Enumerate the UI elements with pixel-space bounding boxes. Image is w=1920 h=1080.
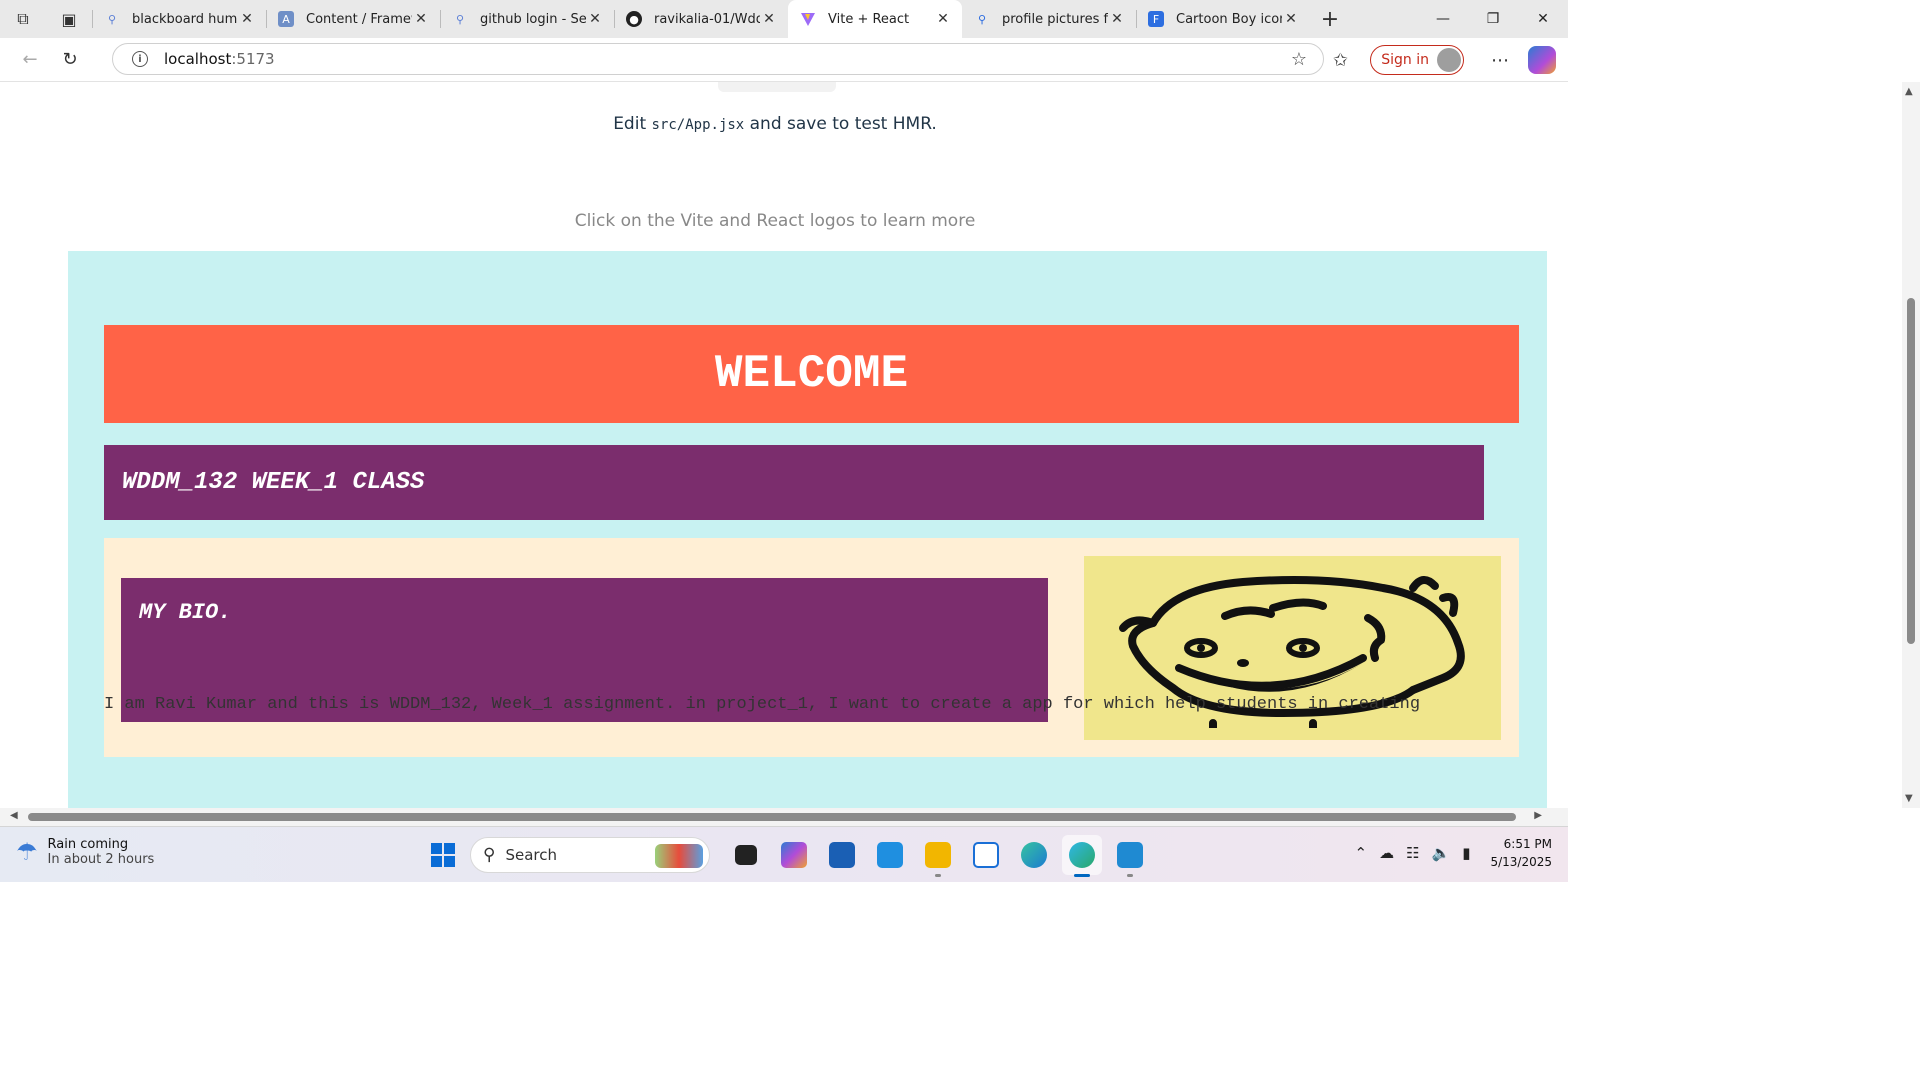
scroll-thumb[interactable] <box>28 813 1516 821</box>
framework-favicon: A <box>278 11 294 27</box>
sign-in-label: Sign in <box>1381 52 1429 68</box>
close-icon[interactable]: ✕ <box>1282 11 1300 27</box>
browser-toolbar: ← ↻ i localhost:5173 ☆ ✩ Sign in ⋯ <box>0 38 1568 82</box>
new-tab-button[interactable]: + <box>1310 0 1350 38</box>
tab-title: github login - Sear <box>480 11 586 27</box>
edge-dev-icon[interactable] <box>1062 835 1102 877</box>
file-explorer-icon[interactable] <box>918 835 958 877</box>
workspaces-icon[interactable]: ⧉ <box>0 0 46 38</box>
favorite-star-icon[interactable]: ☆ <box>1291 49 1307 70</box>
weather-title: Rain coming <box>47 837 129 852</box>
close-window-icon[interactable]: ✕ <box>1518 0 1568 38</box>
onedrive-icon[interactable]: ☁ <box>1379 844 1394 862</box>
tab-3[interactable]: ● ravikalia-01/Wddm ✕ <box>614 0 788 38</box>
bio-section: MY BIO. <box>104 538 1519 757</box>
welcome-heading: WELCOME <box>104 325 1519 423</box>
defender-icon[interactable] <box>966 835 1006 875</box>
code-path: src/App.jsx <box>651 117 745 133</box>
scroll-up-icon[interactable]: ▲ <box>1905 86 1913 97</box>
wifi-icon[interactable]: ☷ <box>1406 844 1419 862</box>
close-icon[interactable]: ✕ <box>934 11 952 27</box>
taskbar: ☂ Rain coming In about 2 hours ⚲ Search … <box>0 826 1568 882</box>
vscode-icon[interactable] <box>1110 835 1150 877</box>
clock-time: 6:51 PM <box>1503 837 1552 851</box>
refresh-icon[interactable]: ↻ <box>50 40 90 80</box>
tab-actions-icon[interactable]: ▣ <box>46 0 92 38</box>
tab-strip: ⧉ ▣ ⚲ blackboard humb ✕ A Content / Fram… <box>0 0 1568 38</box>
hmr-instruction: Edit src/App.jsx and save to test HMR. <box>613 114 937 134</box>
prime-video-icon[interactable] <box>870 835 910 875</box>
horizontal-scrollbar[interactable]: ◀ ▶ <box>0 808 1568 826</box>
copilot-taskbar-icon[interactable] <box>774 835 814 875</box>
more-icon[interactable]: ⋯ <box>1480 50 1520 71</box>
search-icon: ⚲ <box>107 12 117 26</box>
edge-icon[interactable] <box>1014 835 1054 875</box>
vertical-scrollbar[interactable]: ▲ ▼ <box>1902 82 1920 808</box>
tab-title: Content / Framew <box>306 11 412 27</box>
page-viewport: Edit src/App.jsx and save to test HMR. C… <box>0 82 1568 808</box>
minimize-icon[interactable]: — <box>1418 0 1468 38</box>
tab-0[interactable]: ⚲ blackboard humb ✕ <box>92 0 266 38</box>
vite-icon <box>800 11 816 27</box>
card-edge <box>718 82 836 92</box>
tab-title: blackboard humb <box>132 11 238 27</box>
copilot-icon[interactable] <box>1528 46 1556 74</box>
scroll-down-icon[interactable]: ▼ <box>1905 793 1913 804</box>
class-title: WDDM_132 WEEK_1 CLASS <box>104 445 1484 520</box>
tab-2[interactable]: ⚲ github login - Sear ✕ <box>440 0 614 38</box>
search-icon: ⚲ <box>483 845 496 865</box>
sign-in-button[interactable]: Sign in <box>1370 45 1464 75</box>
info-icon[interactable]: i <box>132 51 148 67</box>
window-controls: — ❐ ✕ <box>1418 0 1568 38</box>
search-highlight-icon <box>655 844 703 868</box>
tab-title: Vite + React <box>828 11 910 27</box>
taskbar-search[interactable]: ⚲ Search <box>470 837 710 873</box>
restore-icon[interactable]: ❐ <box>1468 0 1518 38</box>
url-text: localhost:5173 <box>164 50 275 68</box>
windows-icon <box>431 843 455 867</box>
scroll-left-icon[interactable]: ◀ <box>10 810 18 821</box>
umbrella-icon: ☂ <box>16 838 38 866</box>
favorites-icon[interactable]: ✩ <box>1320 40 1360 80</box>
bio-paragraph: I am Ravi Kumar and this is WDDM_132, We… <box>104 695 1421 714</box>
app-container: WELCOME WDDM_132 WEEK_1 CLASS MY BIO. <box>68 251 1547 808</box>
volume-icon[interactable]: 🔈 <box>1432 844 1451 862</box>
address-bar[interactable]: i localhost:5173 ☆ <box>112 43 1324 75</box>
tab-6[interactable]: F Cartoon Boy icons ✕ <box>1136 0 1310 38</box>
back-icon[interactable]: ← <box>10 40 50 80</box>
search-icon: ⚲ <box>455 12 465 26</box>
scroll-right-icon[interactable]: ▶ <box>1534 810 1542 821</box>
tab-4[interactable]: Vite + React ✕ <box>788 0 962 38</box>
clock[interactable]: 6:51 PM 5/13/2025 <box>1490 835 1552 871</box>
close-icon[interactable]: ✕ <box>586 11 604 27</box>
battery-icon[interactable]: ▮ <box>1462 844 1470 862</box>
weather-subtitle: In about 2 hours <box>47 852 155 867</box>
close-icon[interactable]: ✕ <box>238 11 256 27</box>
tab-5[interactable]: ⚲ profile pictures for ✕ <box>962 0 1136 38</box>
clock-date: 5/13/2025 <box>1490 855 1552 869</box>
chevron-up-icon[interactable]: ⌃ <box>1354 844 1367 862</box>
tab-1[interactable]: A Content / Framew ✕ <box>266 0 440 38</box>
read-the-docs: Click on the Vite and React logos to lea… <box>574 211 976 231</box>
scroll-thumb[interactable] <box>1907 298 1915 644</box>
weather-widget[interactable]: ☂ Rain coming In about 2 hours <box>16 837 154 867</box>
close-icon[interactable]: ✕ <box>760 11 778 27</box>
task-view-icon[interactable] <box>726 835 766 875</box>
start-button[interactable] <box>424 836 462 874</box>
github-icon: ● <box>626 11 642 27</box>
system-tray: ⌃ ☁ ☷ 🔈 ▮ 6:51 PM 5/13/2025 <box>1348 835 1552 871</box>
flaticon-icon: F <box>1148 11 1164 27</box>
search-icon: ⚲ <box>977 12 987 26</box>
store-icon[interactable] <box>822 835 862 875</box>
close-icon[interactable]: ✕ <box>412 11 430 27</box>
bio-title: MY BIO. <box>139 600 232 625</box>
avatar <box>1437 48 1461 72</box>
search-label: Search <box>505 846 557 864</box>
tab-title: ravikalia-01/Wddm <box>654 11 760 27</box>
tab-title: Cartoon Boy icons <box>1176 11 1282 27</box>
tab-title: profile pictures for <box>1002 11 1108 27</box>
close-icon[interactable]: ✕ <box>1108 11 1126 27</box>
